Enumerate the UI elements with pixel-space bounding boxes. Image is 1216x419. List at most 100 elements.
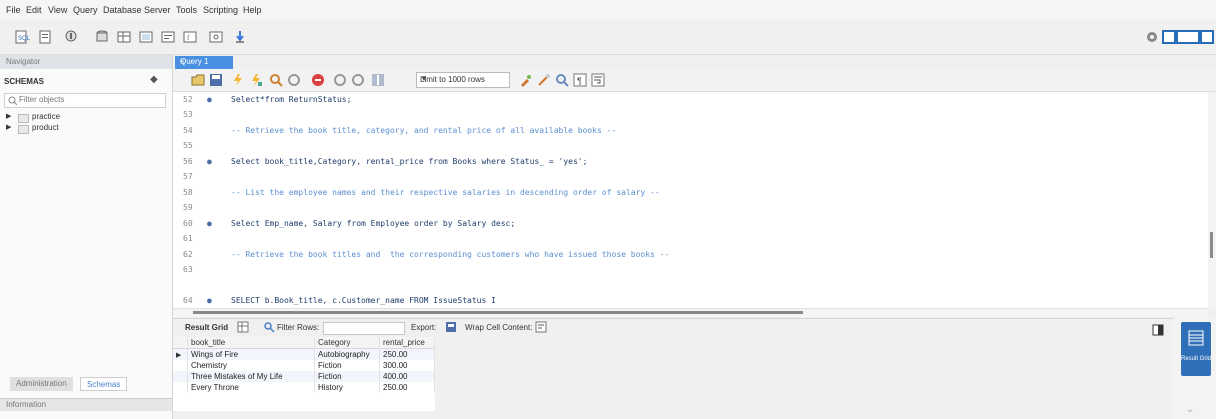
wrap-lines-icon[interactable] bbox=[591, 73, 605, 87]
schemas-refresh-icon[interactable]: ◆ bbox=[150, 74, 158, 85]
result-grid-label[interactable]: Result Grid bbox=[185, 323, 228, 332]
editor-line: 54 -- Retrieve the book title, category, … bbox=[183, 126, 617, 135]
table-cell[interactable]: Fiction bbox=[314, 360, 380, 371]
grid-view-icon bbox=[1188, 330, 1204, 346]
menu-tools[interactable]: Tools bbox=[176, 5, 197, 15]
table-cell[interactable]: 250.00 bbox=[379, 382, 435, 393]
menu-edit[interactable]: Edit bbox=[26, 5, 42, 15]
expand-arrow-icon[interactable]: ▶ bbox=[6, 112, 11, 120]
find-icon[interactable] bbox=[555, 73, 569, 87]
main-toolbar: SQL f bbox=[0, 20, 1216, 55]
database-icon bbox=[18, 114, 29, 123]
editor-line: 55 bbox=[183, 141, 193, 150]
chevron-down-icon: ▼ bbox=[420, 74, 428, 83]
table-cell[interactable]: 300.00 bbox=[379, 360, 435, 371]
row-marker-header bbox=[173, 337, 188, 349]
scroll-thumb[interactable] bbox=[193, 311, 803, 314]
limit-rows-select[interactable]: Limit to 1000 rows ▼ bbox=[416, 72, 510, 88]
menu-query[interactable]: Query bbox=[73, 5, 98, 15]
table-cell[interactable]: History bbox=[314, 382, 380, 393]
table-cell[interactable]: Autobiography bbox=[314, 348, 380, 360]
wrap-toggle-icon[interactable] bbox=[535, 321, 547, 333]
export-icon[interactable] bbox=[445, 321, 457, 333]
save-icon[interactable] bbox=[209, 73, 223, 87]
table-cell[interactable]: Every Throne bbox=[187, 382, 315, 393]
table-cell[interactable]: Three Mistakes of My Life bbox=[187, 371, 315, 382]
beautify-icon[interactable] bbox=[519, 73, 533, 87]
commit-icon[interactable] bbox=[333, 73, 347, 87]
tab-schemas[interactable]: Schemas bbox=[80, 377, 128, 391]
expand-arrow-icon[interactable]: ▶ bbox=[6, 123, 11, 131]
auto-commit-icon[interactable] bbox=[371, 73, 385, 87]
open-file-icon[interactable] bbox=[191, 73, 205, 87]
table-cell[interactable]: 400.00 bbox=[379, 371, 435, 382]
grid-icon[interactable] bbox=[237, 321, 249, 333]
tab-query-1[interactable]: Query 1 × bbox=[175, 56, 233, 69]
filter-rows-input[interactable] bbox=[323, 322, 405, 335]
query-toolbar: Limit to 1000 rows ▼ ¶ bbox=[173, 69, 1216, 92]
table-cell[interactable]: Fiction bbox=[314, 371, 380, 382]
table-row[interactable]: Chemistry Fiction 300.00 bbox=[173, 360, 435, 371]
database-icon bbox=[18, 125, 29, 134]
execute-icon[interactable] bbox=[231, 73, 245, 87]
menu-help[interactable]: Help bbox=[243, 5, 262, 15]
editor-horizontal-scrollbar[interactable] bbox=[173, 308, 1208, 317]
toggle-error-icon[interactable] bbox=[311, 73, 325, 87]
information-bar[interactable]: Information bbox=[0, 398, 172, 411]
table-row[interactable]: Every Throne History 250.00 bbox=[173, 382, 435, 393]
sql-editor[interactable]: 52 ● Select*from ReturnStatus; 53 54 -- Ret… bbox=[173, 92, 1208, 308]
stop-icon[interactable] bbox=[287, 73, 301, 87]
menu-scripting[interactable]: Scripting bbox=[203, 5, 238, 15]
result-side-panel: Result Grid ⌄ bbox=[1173, 318, 1216, 419]
open-inspector-icon[interactable] bbox=[64, 29, 80, 45]
menu-file[interactable]: File bbox=[6, 5, 21, 15]
result-grid[interactable]: book_title Category rental_price ▶ Wings… bbox=[173, 337, 435, 411]
tab-administration[interactable]: Administration bbox=[10, 377, 73, 391]
invisible-chars-icon[interactable]: ¶ bbox=[573, 73, 587, 87]
rollback-icon[interactable] bbox=[351, 73, 365, 87]
column-header[interactable]: book_title bbox=[187, 337, 315, 349]
menu-server[interactable]: Server bbox=[144, 5, 171, 15]
close-icon[interactable]: × bbox=[180, 57, 228, 66]
table-cell[interactable]: Wings of Fire bbox=[187, 348, 315, 360]
table-cell[interactable]: Chemistry bbox=[187, 360, 315, 371]
create-view-icon[interactable] bbox=[138, 29, 154, 45]
table-row[interactable]: ▶ Wings of Fire Autobiography 250.00 bbox=[173, 348, 435, 360]
filter-objects-field[interactable] bbox=[4, 93, 166, 108]
new-sql-tab-icon[interactable]: SQL bbox=[14, 29, 30, 45]
toggle-panel-icon[interactable] bbox=[1152, 324, 1164, 336]
create-procedure-icon[interactable] bbox=[160, 29, 176, 45]
editor-vertical-scrollbar[interactable] bbox=[1208, 92, 1216, 308]
column-header[interactable]: Category bbox=[314, 337, 380, 349]
result-grid-view-button[interactable]: Result Grid bbox=[1181, 322, 1211, 376]
create-table-icon[interactable] bbox=[116, 29, 132, 45]
broom-icon[interactable] bbox=[537, 73, 551, 87]
menu-view[interactable]: View bbox=[48, 5, 67, 15]
navigator-panel: Navigator SCHEMAS ◆ ▶ practice ▶ product… bbox=[0, 55, 173, 419]
execute-current-icon[interactable] bbox=[249, 73, 263, 87]
table-row[interactable]: Three Mistakes of My Life Fiction 400.00 bbox=[173, 371, 435, 382]
explain-icon[interactable] bbox=[269, 73, 283, 87]
schemas-title: SCHEMAS bbox=[4, 77, 45, 86]
editor-tab-strip: Query 1 × bbox=[173, 55, 1216, 69]
search-table-data-icon[interactable] bbox=[208, 29, 224, 45]
navigator-tabs: Administration Schemas bbox=[10, 377, 170, 393]
open-sql-script-icon[interactable] bbox=[38, 29, 54, 45]
gear-icon[interactable] bbox=[1144, 29, 1160, 45]
chevron-down-icon[interactable]: ⌄ bbox=[1186, 404, 1194, 415]
search-icon bbox=[8, 96, 17, 105]
panel-layout-icon[interactable] bbox=[1162, 29, 1214, 45]
scroll-thumb[interactable] bbox=[1210, 232, 1213, 258]
editor-line: 63 bbox=[183, 265, 193, 274]
filter-objects-input[interactable] bbox=[19, 95, 159, 104]
column-header[interactable]: rental_price bbox=[379, 337, 435, 349]
editor-line: 56 ● Select book_title,Category, rental_pr… bbox=[183, 157, 588, 166]
table-cell[interactable]: 250.00 bbox=[379, 348, 435, 360]
editor-line: 62 -- Retrieve the book titles and the co… bbox=[183, 250, 670, 259]
menu-database[interactable]: Database bbox=[103, 5, 142, 15]
create-function-icon[interactable]: f bbox=[182, 29, 198, 45]
menu-bar: File Edit View Query Database Server Too… bbox=[0, 0, 1216, 20]
editor-line: 59 bbox=[183, 203, 193, 212]
reconnect-icon[interactable] bbox=[232, 29, 248, 45]
create-schema-icon[interactable] bbox=[94, 29, 110, 45]
